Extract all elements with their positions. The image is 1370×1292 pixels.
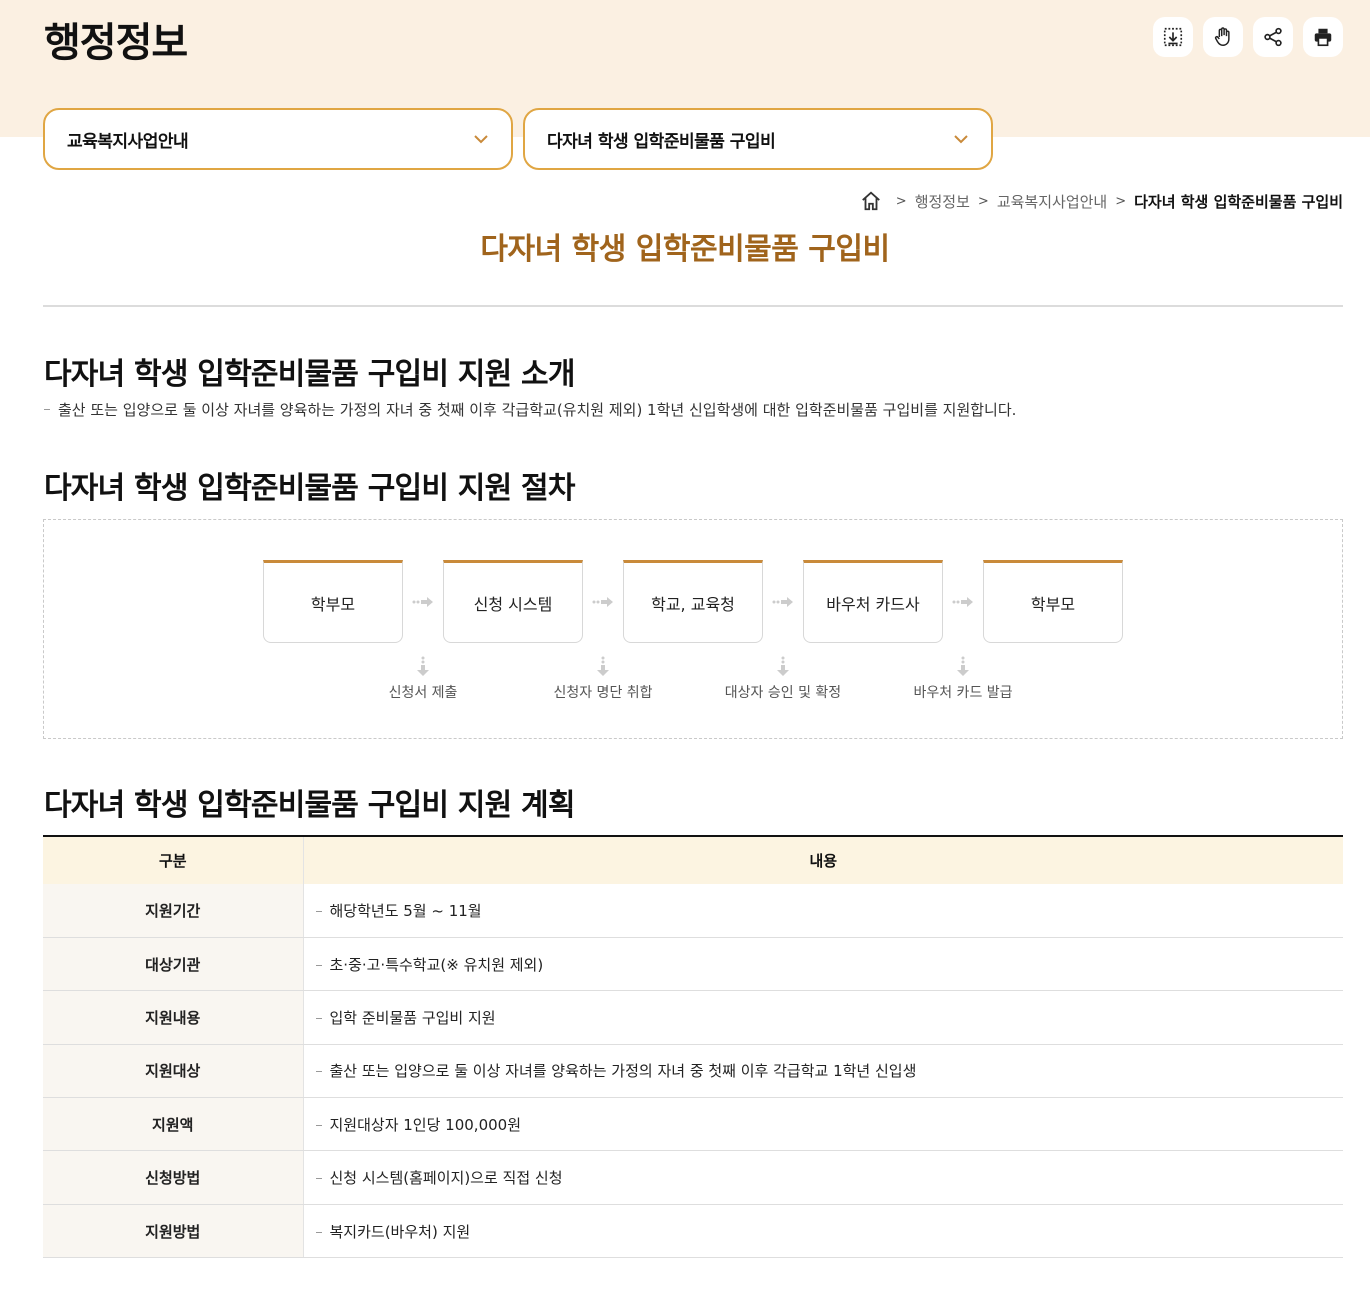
row-value: 초·중·고·특수학교(※ 유치원 제외) (303, 937, 1343, 992)
procedure-step: 바우처 카드사 (803, 560, 943, 643)
bullet-dash (44, 409, 50, 410)
intro-text-content: 출산 또는 입양으로 둘 이상 자녀를 양육하는 가정의 자녀 중 첫째 이후 … (58, 401, 1017, 419)
bullet-dash (315, 1071, 322, 1073)
row-value-text: 입학 준비물품 구입비 지원 (329, 1008, 496, 1027)
row-value-text: 초·중·고·특수학교(※ 유치원 제외) (329, 955, 544, 974)
breadcrumb-separator: > (895, 193, 907, 209)
table-row: 지원기간 해당학년도 5월 ~ 11월 (43, 884, 1343, 938)
category-select-value: 교육복지사업안내 (67, 131, 189, 152)
bullet-dash (315, 1017, 322, 1019)
divider (43, 305, 1343, 307)
row-value: 복지카드(바우처) 지원 (303, 1204, 1343, 1259)
row-value: 입학 준비물품 구입비 지원 (303, 990, 1343, 1045)
bullet-dash (315, 964, 322, 966)
row-label: 지원대상 (43, 1044, 304, 1099)
page-select-value: 다자녀 학생 입학준비물품 구입비 (547, 131, 776, 152)
table-row: 대상기관 초·중·고·특수학교(※ 유치원 제외) (43, 937, 1343, 992)
table-row: 신청방법 신청 시스템(홈페이지)으로 직접 신청 (43, 1150, 1343, 1205)
intro-text: 출산 또는 입양으로 둘 이상 자녀를 양육하는 가정의 자녀 중 첫째 이후 … (44, 399, 1016, 420)
procedure-section-title: 다자녀 학생 입학준비물품 구입비 지원 절차 (44, 471, 575, 506)
row-value: 출산 또는 입양으로 둘 이상 자녀를 양육하는 가정의 자녀 중 첫째 이후 … (303, 1044, 1343, 1099)
breadcrumb-current: 다자녀 학생 입학준비물품 구입비 (1134, 192, 1343, 211)
procedure-step: 학부모 (263, 560, 403, 643)
table-row: 지원내용 입학 준비물품 구입비 지원 (43, 990, 1343, 1045)
arrow-down-icon (957, 656, 969, 676)
table-header: 구분 (43, 835, 304, 884)
procedure-step: 학부모 (983, 560, 1123, 643)
print-button[interactable] (1303, 17, 1343, 57)
procedure-note: 신청서 제출 (388, 685, 458, 701)
breadcrumb-item[interactable]: 행정정보 (915, 191, 970, 212)
plan-section-title: 다자녀 학생 입학준비물품 구입비 지원 계획 (44, 788, 575, 823)
chevron-down-icon (954, 135, 968, 144)
breadcrumb-separator: > (977, 193, 989, 209)
row-value: 신청 시스템(홈페이지)으로 직접 신청 (303, 1150, 1343, 1205)
bullet-dash (315, 1178, 322, 1180)
bullet-dash (315, 1124, 322, 1126)
intro-section-title: 다자녀 학생 입학준비물품 구입비 지원 소개 (44, 357, 575, 392)
row-value-text: 복지카드(바우처) 지원 (329, 1222, 471, 1241)
breadcrumb-separator: > (1115, 193, 1127, 209)
breadcrumb-item[interactable]: 교육복지사업안내 (997, 191, 1107, 212)
row-value-text: 신청 시스템(홈페이지)으로 직접 신청 (329, 1169, 563, 1188)
home-icon[interactable] (860, 190, 882, 212)
table-row: 지원액 지원대상자 1인당 100,000원 (43, 1097, 1343, 1152)
bullet-dash (315, 1231, 322, 1233)
row-label: 지원방법 (43, 1204, 304, 1259)
page-select[interactable]: 다자녀 학생 입학준비물품 구입비 (523, 108, 993, 170)
plan-table: 구분 내용 지원기간 해당학년도 5월 ~ 11월 대상기관 초·중·고·특수학… (43, 835, 1343, 1259)
arrow-right-icon (412, 597, 433, 607)
share-button[interactable] (1253, 17, 1293, 57)
download-button[interactable] (1153, 17, 1193, 57)
arrow-right-icon (772, 597, 793, 607)
procedure-note: 신청자 명단 취합 (553, 685, 653, 701)
arrow-down-icon (417, 656, 429, 676)
arrow-right-icon (592, 597, 613, 607)
table-row: 지원방법 복지카드(바우처) 지원 (43, 1204, 1343, 1259)
category-select[interactable]: 교육복지사업안내 (43, 108, 513, 170)
procedure-note: 대상자 승인 및 확정 (724, 685, 842, 701)
row-label: 신청방법 (43, 1150, 304, 1205)
arrow-down-icon (777, 656, 789, 676)
table-header-row: 구분 내용 (43, 835, 1343, 884)
row-value: 지원대상자 1인당 100,000원 (303, 1097, 1343, 1152)
hand-button[interactable] (1203, 17, 1243, 57)
row-value-text: 해당학년도 5월 ~ 11월 (329, 901, 482, 920)
arrow-right-icon (952, 597, 973, 607)
row-value-text: 출산 또는 입양으로 둘 이상 자녀를 양육하는 가정의 자녀 중 첫째 이후 … (329, 1062, 917, 1081)
breadcrumb: > 행정정보 > 교육복지사업안내 > 다자녀 학생 입학준비물품 구입비 (860, 190, 1343, 212)
procedure-diagram: 학부모 신청 시스템 학교, 교육청 바우처 카드사 학부모 신청서 제출 신청… (43, 519, 1343, 739)
chevron-down-icon (474, 135, 488, 144)
procedure-step: 신청 시스템 (443, 560, 583, 643)
page-title: 행정정보 (44, 20, 188, 66)
table-row: 지원대상 출산 또는 입양으로 둘 이상 자녀를 양육하는 가정의 자녀 중 첫… (43, 1044, 1343, 1099)
row-label: 지원액 (43, 1097, 304, 1152)
share-icon (1264, 27, 1282, 47)
procedure-note: 바우처 카드 발급 (913, 685, 1013, 701)
bullet-dash (315, 910, 322, 912)
print-icon (1314, 28, 1332, 47)
download-icon (1163, 27, 1183, 47)
procedure-step: 학교, 교육청 (623, 560, 763, 643)
hand-icon (1214, 27, 1230, 46)
row-label: 대상기관 (43, 937, 304, 992)
arrow-down-icon (597, 656, 609, 676)
row-label: 지원기간 (43, 884, 304, 938)
table-header: 내용 (303, 835, 1343, 884)
row-label: 지원내용 (43, 990, 304, 1045)
row-value-text: 지원대상자 1인당 100,000원 (329, 1115, 522, 1134)
row-value: 해당학년도 5월 ~ 11월 (303, 884, 1343, 938)
content-title: 다자녀 학생 입학준비물품 구입비 (480, 232, 890, 267)
